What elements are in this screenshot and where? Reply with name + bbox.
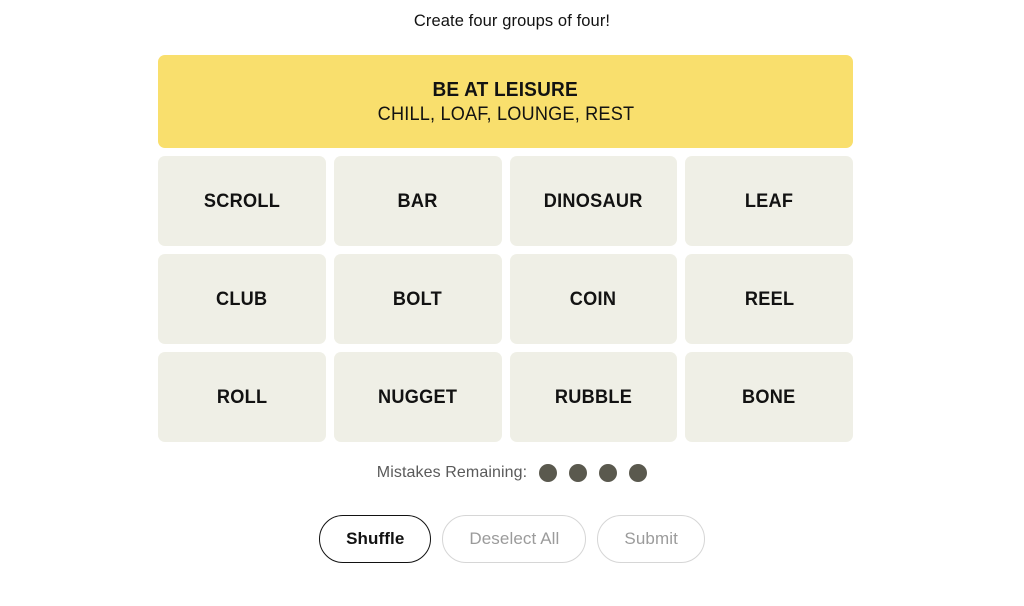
submit-button: Submit — [597, 515, 705, 563]
word-tile[interactable]: RUBBLE — [509, 352, 678, 442]
mistakes-remaining: Mistakes Remaining: — [0, 464, 1024, 482]
mistake-dot — [569, 464, 588, 482]
solved-group-members: CHILL, LOAF, LOUNGE, REST — [377, 102, 634, 125]
connections-game: Create four groups of four! BE AT LEISUR… — [0, 0, 1024, 606]
word-tile-label: DINOSAUR — [543, 189, 643, 212]
word-tile[interactable]: COIN — [509, 254, 678, 344]
word-tile[interactable]: ROLL — [158, 352, 326, 442]
page-instruction: Create four groups of four! — [413, 12, 611, 30]
word-tile-label: BONE — [742, 385, 796, 408]
word-tile-label: NUGGET — [377, 385, 458, 408]
solved-group: BE AT LEISURE CHILL, LOAF, LOUNGE, REST — [158, 55, 853, 148]
word-tile-label: COIN — [570, 287, 617, 310]
word-tile-label: BOLT — [393, 287, 443, 310]
game-controls: Shuffle Deselect All Submit — [0, 515, 1024, 563]
deselect-all-button: Deselect All — [442, 515, 587, 563]
word-tile-label: RUBBLE — [554, 385, 632, 408]
word-tile-label: ROLL — [216, 385, 268, 408]
word-tile[interactable]: BAR — [333, 156, 502, 246]
word-tile[interactable]: NUGGET — [333, 352, 502, 442]
word-tile[interactable]: REEL — [685, 254, 853, 344]
word-tile-label: REEL — [744, 287, 794, 310]
word-tile[interactable]: DINOSAUR — [509, 156, 678, 246]
mistakes-label: Mistakes Remaining: — [376, 464, 528, 481]
word-tile-label: CLUB — [216, 287, 268, 310]
word-tile-label: BAR — [397, 189, 438, 212]
word-tile[interactable]: CLUB — [158, 254, 326, 344]
mistake-dots — [539, 464, 648, 482]
tile-grid: SCROLL BAR DINOSAUR LEAF CLUB BOLT COIN REEL ROL… — [158, 156, 853, 442]
word-tile-label: SCROLL — [203, 189, 280, 212]
word-tile[interactable]: BOLT — [333, 254, 502, 344]
word-tile[interactable]: BONE — [685, 352, 853, 442]
word-tile[interactable]: SCROLL — [158, 156, 326, 246]
game-board: BE AT LEISURE CHILL, LOAF, LOUNGE, REST S… — [158, 55, 853, 442]
word-tile[interactable]: LEAF — [685, 156, 853, 246]
mistake-dot — [539, 464, 558, 482]
word-tile-label: LEAF — [744, 189, 794, 212]
solved-group-title: BE AT LEISURE — [432, 77, 579, 101]
mistake-dot — [599, 464, 618, 482]
shuffle-button[interactable]: Shuffle — [319, 515, 432, 563]
solved-groups-container: BE AT LEISURE CHILL, LOAF, LOUNGE, REST — [158, 55, 853, 148]
mistake-dot — [629, 464, 648, 482]
